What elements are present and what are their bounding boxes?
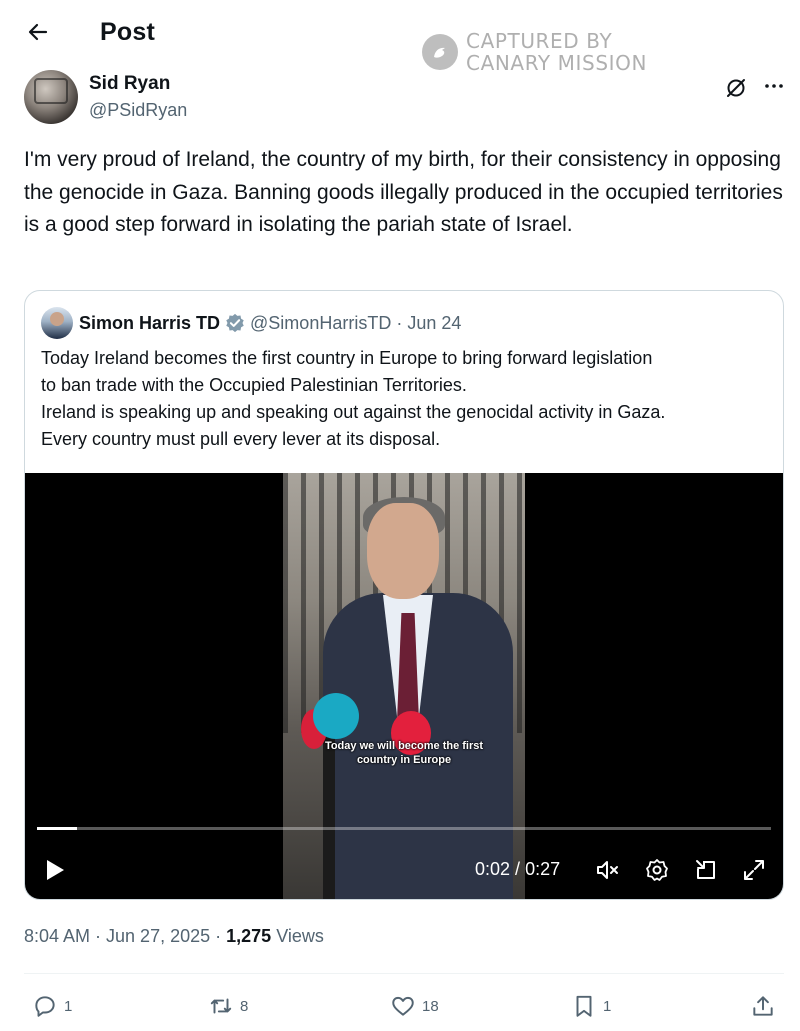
like-button[interactable]: 18	[390, 990, 439, 1022]
pip-icon	[696, 860, 715, 879]
repost-count: 8	[240, 997, 249, 1015]
caption-line: country in Europe	[356, 754, 452, 766]
more-options-icon[interactable]	[762, 74, 786, 98]
separator-dot: ·	[396, 312, 403, 333]
video-duration: 0:27	[525, 859, 561, 879]
post-meta: 8:04 AM · Jun 27, 2025 · 1,275 Views	[24, 926, 324, 947]
canary-mission-watermark: CAPTURED BY CANARY MISSION	[422, 30, 647, 74]
quoted-author-name[interactable]: Simon Harris TD	[79, 313, 220, 334]
bookmark-count: 1	[603, 997, 612, 1015]
heart-icon	[392, 996, 414, 1016]
action-bar: 1 8 18 1	[0, 990, 800, 1024]
share-button[interactable]	[750, 990, 776, 1022]
canary-logo-icon	[422, 34, 458, 70]
video-player[interactable]: Today we will become the first country i…	[25, 473, 783, 899]
video-progress-bar[interactable]	[37, 827, 771, 830]
caption-line: Today we will become the first	[324, 740, 484, 752]
quoted-post-date[interactable]: Jun 24	[407, 313, 461, 334]
bookmark-icon	[576, 995, 592, 1017]
play-button[interactable]	[43, 857, 67, 883]
meta-separator: ·	[210, 926, 227, 946]
watermark-text: CAPTURED BY CANARY MISSION	[466, 30, 647, 74]
play-icon	[47, 860, 64, 880]
watermark-line-1: CAPTURED BY	[466, 29, 613, 53]
video-current-time: 0:02	[475, 859, 511, 879]
speaker-muted-icon	[597, 861, 618, 879]
post-timestamp[interactable]: 8:04 AM · Jun 27, 2025	[24, 926, 210, 946]
quoted-text-line: Ireland is speaking up and speaking out …	[41, 402, 666, 422]
author-name[interactable]: Sid Ryan	[89, 73, 170, 95]
views-count: 1,275	[226, 926, 272, 946]
quoted-text-line: Today Ireland becomes the first country …	[41, 348, 653, 368]
quoted-text-line: to ban trade with the Occupied Palestini…	[41, 375, 467, 395]
quoted-author-handle[interactable]: @SimonHarrisTD	[250, 313, 391, 334]
video-caption: Today we will become the first country i…	[283, 739, 525, 767]
page-title: Post	[100, 18, 155, 46]
post-text: I'm very proud of Ireland, the country o…	[24, 148, 783, 236]
quoted-post-header: Simon Harris TD @SimonHarrisTD · Jun 24	[41, 307, 461, 339]
post-author: Sid Ryan @PSidRyan	[24, 70, 784, 126]
back-button[interactable]	[24, 18, 52, 46]
picture-in-picture-button[interactable]	[693, 857, 719, 883]
video-time: 0:02 / 0:27	[475, 859, 560, 880]
reply-count: 1	[64, 997, 73, 1015]
bookmark-button[interactable]: 1	[571, 990, 611, 1022]
quoted-post-text: Today Ireland becomes the first country …	[41, 345, 771, 453]
time-separator: /	[510, 859, 526, 879]
top-bar: Post	[0, 0, 800, 66]
repost-icon	[210, 998, 232, 1014]
repost-button[interactable]: 8	[208, 990, 248, 1022]
video-frame: Today we will become the first country i…	[283, 473, 525, 899]
divider	[24, 973, 784, 974]
arrow-left-icon	[28, 23, 48, 41]
fullscreen-button[interactable]	[741, 857, 767, 883]
verified-badge-icon	[226, 313, 244, 333]
like-count: 18	[422, 997, 439, 1015]
mute-button[interactable]	[595, 857, 621, 883]
avatar[interactable]	[24, 70, 78, 124]
quoted-post[interactable]: Simon Harris TD @SimonHarrisTD · Jun 24 …	[24, 290, 784, 900]
quoted-author-avatar[interactable]	[41, 307, 73, 339]
reply-icon	[35, 996, 55, 1017]
author-handle[interactable]: @PSidRyan	[89, 100, 187, 121]
gear-icon	[646, 859, 668, 881]
expand-icon	[744, 860, 764, 880]
reply-button[interactable]: 1	[32, 990, 72, 1022]
quoted-text-line: Every country must pull every lever at i…	[41, 429, 441, 449]
grok-icon[interactable]	[724, 76, 748, 100]
share-icon	[753, 996, 773, 1016]
settings-button[interactable]	[644, 857, 670, 883]
views-label: Views	[276, 926, 324, 946]
video-progress-fill	[37, 827, 78, 830]
